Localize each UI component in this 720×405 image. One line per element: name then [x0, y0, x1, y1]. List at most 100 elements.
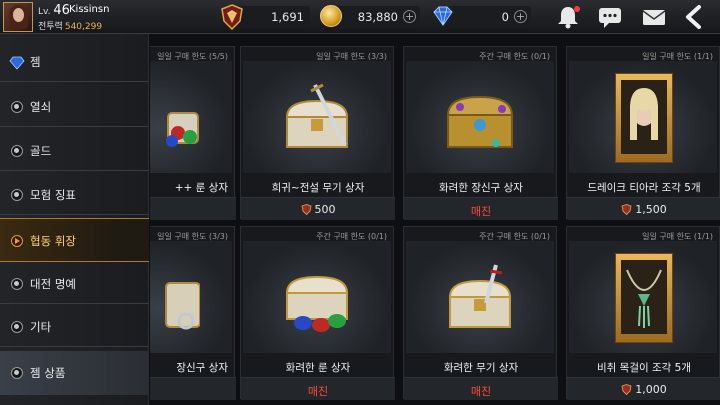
crest-currency-icon: [221, 4, 243, 31]
item-name: 화려한 룬 상자: [285, 362, 351, 374]
accessory-chest-icon: [446, 95, 514, 148]
sidebar-item-label: 열쇠: [30, 100, 52, 114]
sidebar-item-label: 대전 명예: [30, 277, 76, 291]
category-sidebar: 젬 열쇠 골드 모험 징표 협동 휘장 대전 명예 기타 젬 상품: [0, 34, 149, 405]
item-price: 1,000: [567, 383, 720, 396]
necklace-fragment-icon: [615, 253, 673, 343]
price-bar: 1,500: [567, 197, 720, 220]
avatar[interactable]: [3, 2, 33, 32]
radio-icon: [11, 321, 23, 333]
item-name: 비취 목걸이 조각 5개: [597, 362, 691, 374]
item-price: 1,500: [567, 203, 720, 216]
notification-bell-icon[interactable]: [554, 4, 582, 30]
item-price: 300: [150, 383, 236, 396]
item-name: ++ 룬 상자: [174, 182, 228, 194]
level-value: 46: [53, 3, 70, 18]
crest-currency-value: 1,691: [271, 10, 304, 24]
radio-icon: [11, 101, 23, 113]
sidebar-header-gem[interactable]: 젬: [0, 42, 149, 82]
avatar-face: [13, 8, 24, 22]
item-price-value: 1,500: [635, 203, 667, 216]
item-art: [569, 241, 717, 353]
item-art: [243, 241, 391, 353]
gem-currency: 0 +: [447, 6, 531, 28]
sold-out-label: 매진: [470, 385, 492, 398]
radio-icon: [11, 278, 23, 290]
item-art: [150, 61, 232, 173]
weapon-chest-icon: [448, 264, 512, 328]
price-bar: 매진: [404, 377, 558, 400]
gold-add-button[interactable]: +: [403, 10, 416, 23]
crest-currency-icon: [621, 204, 632, 215]
sidebar-item-label: 기타: [30, 320, 52, 334]
sold-out-label: 매진: [307, 385, 329, 398]
item-art: [150, 241, 232, 353]
price-bar: 매진: [404, 197, 558, 220]
accessory-chest-icon: [165, 282, 200, 330]
item-name: 화려한 무기 상자: [443, 362, 519, 374]
item-name: 드레이크 티아라 조각 5개: [587, 182, 701, 194]
item-price-value: 1,000: [635, 383, 667, 396]
price-bar: 500: [241, 197, 395, 220]
gold-currency-value: 83,880: [357, 10, 398, 24]
gem-currency-value: 0: [501, 10, 509, 24]
shop-item-card[interactable]: 주간 구매 한도 (0/1) 화려한 룬 상자 매진: [240, 226, 395, 400]
rune-chest-icon: [285, 275, 349, 332]
sidebar-item-gem-products[interactable]: 젬 상품: [0, 351, 149, 395]
gold-coin-icon: [320, 5, 342, 27]
item-name: 희귀~전설 무기 상자: [271, 182, 365, 194]
item-price: 250: [150, 203, 236, 216]
sidebar-item-other[interactable]: 기타: [0, 307, 149, 347]
shop-item-card[interactable]: 일일 구매 한도 (3/3) 희귀~전설 무기 상자 500: [240, 46, 395, 220]
gold-currency: 83,880 +: [335, 6, 420, 28]
item-price-value: 500: [314, 203, 336, 216]
shop-grid: 일일 구매 한도 (5/5) ++ 룬 상자 250 일일 구매 한도 (3/3…: [150, 36, 720, 405]
combat-power-label: 전투력: [38, 22, 63, 32]
price-bar: 매진: [241, 377, 395, 400]
price-bar: 250: [150, 197, 236, 220]
shop-item-card[interactable]: 주간 구매 한도 (0/1) 화려한 장신구 상자 매진: [403, 46, 558, 220]
crest-currency-icon: [621, 384, 632, 395]
sidebar-header-label: 젬: [30, 55, 41, 69]
shop-item-card[interactable]: 주간 구매 한도 (0/1) 화려한 무기 상자 매진: [403, 226, 558, 400]
sidebar-item-pvp-honor[interactable]: 대전 명예: [0, 264, 149, 304]
top-bar: Lv. 46 Kissinsn 전투력 540,299 1,691 83,880 …: [0, 0, 720, 34]
sidebar-item-gold[interactable]: 골드: [0, 131, 149, 171]
sidebar-item-coop-badge[interactable]: 협동 휘장: [0, 218, 149, 262]
blue-gem-icon: [433, 6, 453, 26]
radio-icon: [11, 189, 23, 201]
portrait-icon: [630, 88, 658, 140]
item-art: [406, 241, 554, 353]
price-bar: 300: [150, 377, 236, 400]
level-prefix: Lv.: [38, 7, 51, 17]
gem-add-button[interactable]: +: [514, 10, 527, 23]
sidebar-item-keys[interactable]: 열쇠: [0, 87, 149, 127]
shop-item-card[interactable]: 일일 구매 한도 (1/1) 비취 목걸이 조각 5개 1,000: [566, 226, 720, 400]
item-name: 장신구 상자: [176, 362, 228, 374]
item-price: 500: [241, 203, 395, 216]
sidebar-item-adventure-token[interactable]: 모험 징표: [0, 175, 149, 215]
item-art: [243, 61, 391, 173]
sold-out-label: 매진: [470, 205, 492, 218]
radio-icon: [11, 367, 23, 379]
back-arrow-icon[interactable]: [680, 4, 708, 30]
weapon-chest-icon: [285, 83, 349, 148]
chat-icon[interactable]: [596, 4, 624, 30]
sidebar-item-label: 골드: [30, 144, 52, 158]
jade-necklace-icon: [626, 269, 662, 328]
player-level: Lv. 46: [38, 3, 70, 18]
tiara-fragment-icon: [615, 73, 673, 163]
shop-item-card[interactable]: 일일 구매 한도 (3/3) 장신구 상자 300: [150, 226, 236, 400]
necklace-frame: [621, 260, 667, 334]
item-art: [569, 61, 717, 173]
shop-item-card[interactable]: 일일 구매 한도 (1/1) 드레이크 티아라 조각 5개 1,500: [566, 46, 720, 220]
crest-currency-icon: [301, 204, 311, 215]
mail-icon[interactable]: [640, 4, 668, 30]
player-name: Kissinsn: [69, 4, 110, 15]
combat-power: 전투력 540,299: [38, 19, 102, 32]
radio-icon: [11, 145, 23, 157]
item-art: [406, 61, 554, 173]
price-bar: 1,000: [567, 377, 720, 400]
shop-item-card[interactable]: 일일 구매 한도 (5/5) ++ 룬 상자 250: [150, 46, 236, 220]
gem-category-icon: [9, 56, 25, 70]
